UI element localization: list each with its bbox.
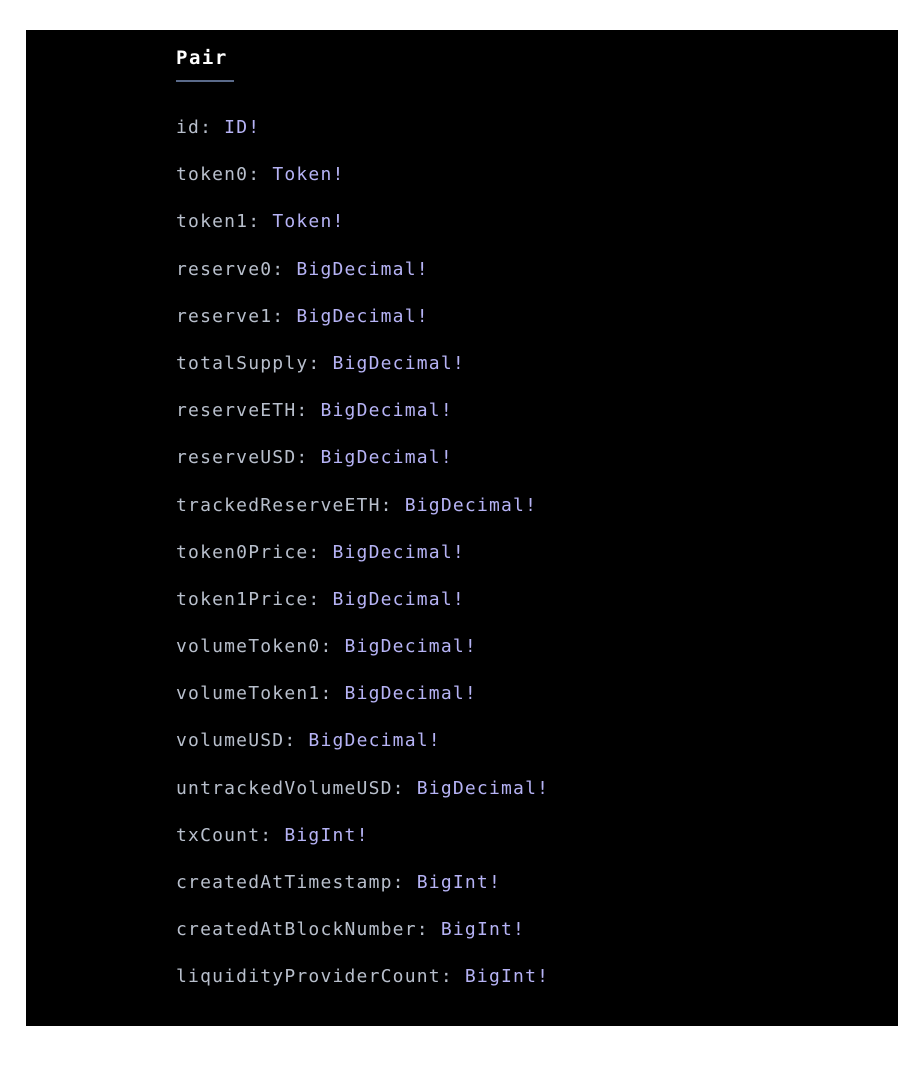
field-type: BigInt! xyxy=(464,966,550,988)
schema-field: reserve0: BigDecimal! xyxy=(176,246,876,293)
field-separator: : xyxy=(272,258,297,280)
field-type: BigInt! xyxy=(416,872,502,893)
field-separator: : xyxy=(248,211,273,233)
schema-field: createdAtBlockNumber: BigInt! xyxy=(176,906,876,953)
field-type: BigDecimal! xyxy=(404,494,538,516)
field-separator: : xyxy=(200,117,225,138)
field-name: reserve1 xyxy=(176,305,273,327)
field-separator: : xyxy=(320,636,345,658)
field-separator: : xyxy=(380,494,405,516)
field-separator: : xyxy=(296,400,321,422)
field-name: liquidityProviderCount xyxy=(176,966,441,988)
field-type: BigDecimal! xyxy=(320,447,453,469)
field-name: trackedReserveETH xyxy=(176,494,381,516)
field-separator: : xyxy=(392,777,417,799)
schema-field: volumeUSD: BigDecimal! xyxy=(176,717,876,764)
schema-field: liquidityProviderCount: BigInt! xyxy=(176,953,876,1000)
field-name: token0Price xyxy=(176,541,309,563)
field-name: reserveUSD xyxy=(176,447,297,469)
schema-field: volumeToken0: BigDecimal! xyxy=(176,623,876,670)
field-type: BigDecimal! xyxy=(416,777,550,799)
field-separator: : xyxy=(308,541,333,563)
schema-field: volumeToken1: BigDecimal! xyxy=(176,670,876,717)
field-separator: : xyxy=(392,872,417,893)
schema-field: id: ID! xyxy=(176,104,876,151)
field-name: txCount xyxy=(176,824,261,846)
field-separator: : xyxy=(308,352,333,374)
field-name: createdAtTimestamp xyxy=(176,872,393,893)
schema-field: txCount: BigInt! xyxy=(176,812,876,859)
field-separator: : xyxy=(272,305,297,327)
schema-field: reserveUSD: BigDecimal! xyxy=(176,434,876,481)
field-type: Token! xyxy=(272,164,345,186)
field-name: token1Price xyxy=(176,588,309,610)
field-list: id: ID! token0: Token! token1: Token! reser… xyxy=(176,104,876,1001)
field-separator: : xyxy=(284,730,309,752)
field-type: ID! xyxy=(224,117,261,138)
field-type: BigDecimal! xyxy=(332,541,465,563)
schema-field: untrackedVolumeUSD: BigDecimal! xyxy=(176,765,876,812)
field-name: totalSupply xyxy=(176,352,309,374)
schema-field: createdAtTimestamp: BigInt! xyxy=(176,859,876,906)
field-type: BigDecimal! xyxy=(332,352,465,374)
field-type: BigDecimal! xyxy=(344,683,477,705)
schema-field: token0Price: BigDecimal! xyxy=(176,529,876,576)
field-type: Token! xyxy=(272,211,345,233)
title-underline xyxy=(176,80,234,82)
field-separator: : xyxy=(308,588,333,610)
entity-title: Pair xyxy=(176,47,228,69)
field-separator: : xyxy=(416,919,441,941)
field-type: BigInt! xyxy=(440,919,526,941)
field-name: createdAtBlockNumber xyxy=(176,919,417,941)
field-separator: : xyxy=(248,164,273,186)
schema-content: Pair id: ID! token0: Token! token1: Token!… xyxy=(176,44,876,1001)
field-type: BigDecimal! xyxy=(308,730,441,752)
field-type: BigDecimal! xyxy=(344,636,477,658)
schema-field: token0: Token! xyxy=(176,151,876,198)
field-name: token1 xyxy=(176,211,249,233)
schema-field: reserve1: BigDecimal! xyxy=(176,293,876,340)
field-separator: : xyxy=(440,966,465,988)
field-type: BigDecimal! xyxy=(296,258,429,280)
field-name: volumeToken0 xyxy=(176,636,321,658)
field-name: untrackedVolumeUSD xyxy=(176,777,393,799)
field-type: BigDecimal! xyxy=(332,588,465,610)
field-name: volumeToken1 xyxy=(176,683,321,705)
schema-field: token1: Token! xyxy=(176,198,876,245)
schema-field: totalSupply: BigDecimal! xyxy=(176,340,876,387)
field-type: BigDecimal! xyxy=(296,305,429,327)
field-name: reserveETH xyxy=(176,400,297,422)
field-type: BigDecimal! xyxy=(320,400,453,422)
field-name: volumeUSD xyxy=(176,730,285,752)
field-separator: : xyxy=(320,683,345,705)
field-separator: : xyxy=(260,824,285,846)
schema-field: token1Price: BigDecimal! xyxy=(176,576,876,623)
schema-field: reserveETH: BigDecimal! xyxy=(176,387,876,434)
field-name: reserve0 xyxy=(176,258,273,280)
field-type: BigInt! xyxy=(284,824,369,846)
field-name: token0 xyxy=(176,164,249,186)
schema-field: trackedReserveETH: BigDecimal! xyxy=(176,482,876,529)
schema-panel: Pair id: ID! token0: Token! token1: Token!… xyxy=(26,30,898,1026)
field-separator: : xyxy=(296,447,321,469)
field-name: id xyxy=(176,117,201,138)
